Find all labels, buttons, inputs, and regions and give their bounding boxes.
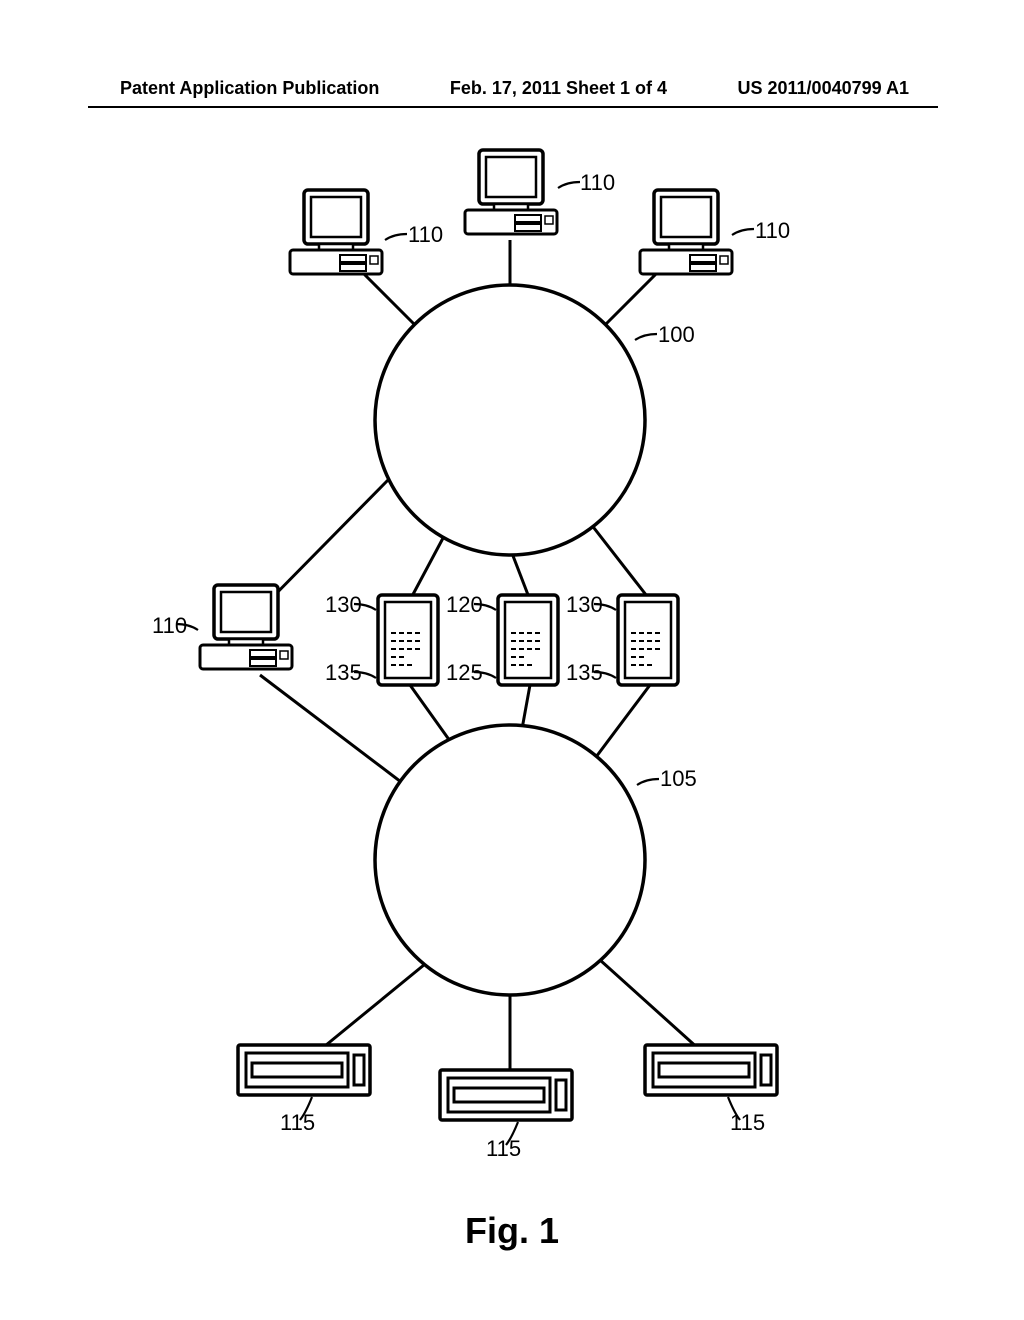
header-left: Patent Application Publication [120, 78, 379, 99]
storage-icon [440, 1070, 572, 1120]
label-srv-l-bot: 135 [325, 660, 362, 686]
header-rule [88, 106, 938, 108]
label-srv-r-bot: 135 [566, 660, 603, 686]
label-client-tm: 110 [580, 170, 615, 196]
label-stor-r: 115 [730, 1110, 765, 1136]
computer-icon [290, 190, 382, 274]
storage-icon [238, 1045, 370, 1095]
page-header: Patent Application Publication Feb. 17, … [0, 78, 1024, 99]
label-srv-c-bot: 125 [446, 660, 483, 686]
network-upper-icon [375, 285, 645, 555]
label-client-ml: 110 [152, 613, 187, 639]
label-stor-m: 115 [486, 1136, 521, 1162]
server-icon [378, 595, 438, 685]
header-center: Feb. 17, 2011 Sheet 1 of 4 [450, 78, 667, 99]
diagram-svg [130, 130, 890, 1190]
network-lower-icon [375, 725, 645, 995]
label-srv-l-top: 130 [325, 592, 362, 618]
computer-icon [465, 150, 557, 234]
storage-icon [645, 1045, 777, 1095]
diagram-canvas: 100 105 110 110 110 110 130 135 120 125 … [130, 130, 890, 1190]
computer-icon [640, 190, 732, 274]
label-srv-r-top: 130 [566, 592, 603, 618]
label-net-upper: 100 [658, 322, 695, 348]
label-net-lower: 105 [660, 766, 697, 792]
label-client-tl: 110 [408, 222, 443, 248]
server-icon [498, 595, 558, 685]
computer-icon [200, 585, 292, 669]
figure-title: Fig. 1 [465, 1210, 559, 1252]
label-srv-c-top: 120 [446, 592, 483, 618]
server-icon [618, 595, 678, 685]
label-client-tr: 110 [755, 218, 790, 244]
label-stor-l: 115 [280, 1110, 315, 1136]
header-right: US 2011/0040799 A1 [738, 78, 909, 99]
